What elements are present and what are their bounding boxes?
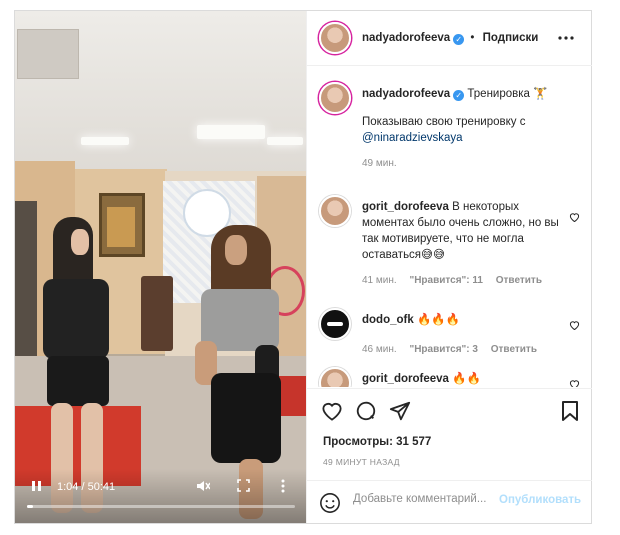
video-more-icon[interactable] (281, 479, 285, 496)
comment-likes[interactable]: "Нравится": 11 (409, 275, 483, 286)
comment-username[interactable]: dodo_ofk (362, 314, 414, 326)
add-comment-bar: Опубликовать (307, 480, 592, 524)
video-player[interactable]: 1:04 / 50:41 (15, 11, 306, 523)
save-bookmark-icon[interactable] (561, 400, 579, 425)
like-heart-icon[interactable] (321, 401, 343, 424)
caption-title: Тренировка (467, 88, 530, 100)
share-icon[interactable] (389, 400, 411, 425)
emoji-icon[interactable] (319, 492, 341, 517)
mute-icon[interactable] (196, 479, 211, 496)
like-comment-icon[interactable] (569, 319, 580, 333)
post-modal: 1:04 / 50:41 nadyadorofeeva✓ • Подписки (14, 10, 592, 524)
video-progress-bar[interactable] (27, 505, 295, 508)
comment-icon[interactable] (355, 400, 377, 425)
like-comment-icon[interactable] (569, 211, 580, 225)
comment-time: 46 мин. (362, 344, 397, 355)
posted-time: 49 МИНУТ НАЗАД (323, 457, 400, 467)
comment-time: 41 мин. (362, 275, 397, 286)
reply-button[interactable]: Ответить (491, 344, 537, 355)
verified-badge-icon: ✓ (453, 90, 465, 101)
caption-avatar[interactable] (319, 82, 351, 114)
publish-button[interactable]: Опубликовать (499, 494, 581, 506)
author-avatar[interactable] (319, 22, 351, 54)
post-side-panel: nadyadorofeeva ✓ • Подписки nadyadorofeev… (306, 11, 592, 523)
reply-button[interactable]: Ответить (496, 275, 542, 286)
like-comment-icon[interactable] (569, 378, 580, 387)
comment-avatar[interactable] (319, 195, 351, 227)
comment-username[interactable]: gorit_dorofeeva (362, 201, 449, 213)
more-options-icon[interactable] (558, 27, 574, 45)
caption-mention[interactable]: @ninaradzievskaya (362, 132, 463, 144)
video-controls (15, 469, 306, 523)
comment-avatar[interactable] (319, 308, 351, 340)
pause-icon[interactable] (31, 480, 42, 495)
comment-avatar[interactable] (319, 367, 351, 387)
comment-text: 🔥🔥🔥 (416, 314, 460, 326)
comment-username[interactable]: gorit_dorofeeva (362, 373, 449, 385)
comment-text: 🔥🔥 (452, 373, 481, 385)
comment-likes[interactable]: "Нравится": 3 (409, 344, 478, 355)
author-username[interactable]: nadyadorofeeva (362, 32, 450, 44)
video-time: 1:04 / 50:41 (57, 481, 116, 493)
caption-time: 49 мин. (362, 158, 397, 169)
post-header: nadyadorofeeva ✓ • Подписки (307, 11, 592, 66)
post-actions: Просмотры: 31 577 49 МИНУТ НАЗАД Опублик… (307, 388, 592, 523)
comment-input[interactable] (353, 493, 498, 505)
caption-text: Показываю свою тренировку с (362, 116, 526, 128)
follow-separator: • (470, 32, 475, 44)
caption-username[interactable]: nadyadorofeeva (362, 88, 450, 100)
caption-emoji: 🏋 (533, 88, 548, 100)
fullscreen-icon[interactable] (237, 479, 250, 495)
comments-list: nadyadorofeeva ✓ Тренировка 🏋 Показываю с… (307, 67, 592, 387)
verified-badge-icon: ✓ (453, 34, 465, 45)
views-count[interactable]: Просмотры: 31 577 (323, 436, 431, 448)
following-button[interactable]: Подписки (483, 32, 539, 44)
video-progress-fill (27, 505, 33, 508)
